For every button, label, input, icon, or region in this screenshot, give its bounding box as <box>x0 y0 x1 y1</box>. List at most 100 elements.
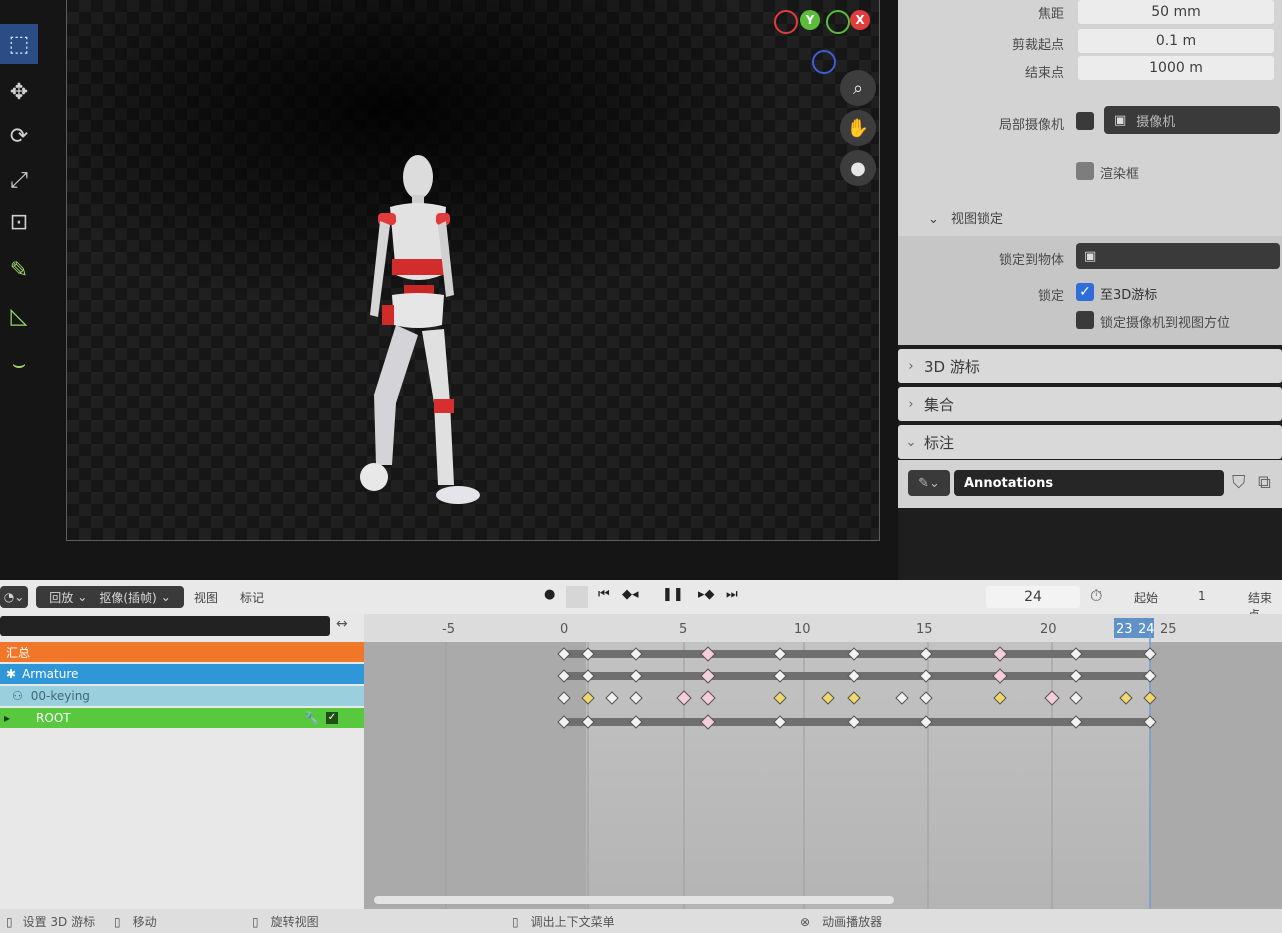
timeline-header: ◔⌄ 回放 ⌄ 抠像(插帧) ⌄ 视图 标记 ● ⏮ ◆◂ ❚❚ ▸◆ ⏭ 24… <box>0 580 1282 622</box>
status-item: ▯ 调出上下文菜单 <box>512 913 615 930</box>
channel-armature[interactable]: ✱ Armature <box>0 664 364 684</box>
status-text: 调出上下文菜单 <box>530 915 615 929</box>
camera-icon[interactable]: ● <box>840 150 876 186</box>
duplicate-icon[interactable]: ⧉ <box>1258 472 1271 493</box>
section-3d-cursor[interactable]: › 3D 游标 <box>898 349 1282 383</box>
channel-root[interactable]: ▸ ROOT 🔧 ✓ <box>0 708 364 728</box>
chevron-down-icon: ⌄ <box>928 212 939 227</box>
editor-type-icon[interactable]: ◔⌄ <box>0 586 28 608</box>
ruler-label: 10 <box>794 622 811 637</box>
jump-start-icon[interactable]: ⏮ <box>598 587 610 602</box>
view-lock-title: 视图锁定 <box>951 212 1004 227</box>
navigation-gizmo[interactable]: Y X <box>770 4 880 74</box>
hand-icon[interactable]: ✋ <box>840 110 876 146</box>
object-icon: ▣ <box>1084 248 1097 264</box>
curve-icon[interactable]: ⌣ <box>0 344 38 384</box>
rotate-icon[interactable]: ⟳ <box>0 116 38 156</box>
local-camera-checkbox[interactable] <box>1076 112 1094 130</box>
x-axis[interactable]: X <box>850 10 870 30</box>
chevron-down-icon: ⌄ <box>905 434 917 450</box>
lock-to-object-field[interactable]: ▣ <box>1076 243 1280 269</box>
ruler-label: -5 <box>442 622 455 637</box>
ruler-label: 0 <box>560 622 568 637</box>
channel-name: Armature <box>22 667 79 681</box>
out-of-range-left <box>364 614 586 909</box>
annotation-name: Annotations <box>964 475 1054 491</box>
character-model[interactable] <box>330 145 510 515</box>
fake-user-icon[interactable]: ⛉ <box>1232 472 1246 493</box>
status-bar: ▯ 设置 3D 游标 ▯ 移动 ▯ 旋转视图 ▯ 调出上下文菜单 ⊗ 动画播放器 <box>0 909 1282 933</box>
annotate-icon: ✎⌄ <box>918 475 940 491</box>
pause-icon[interactable]: ❚❚ <box>662 587 684 602</box>
view-menu[interactable]: 视图 <box>194 589 218 606</box>
stopwatch-icon[interactable]: ⏱ <box>1090 586 1102 606</box>
channel-summary[interactable]: 汇总 <box>0 642 364 662</box>
annotations-row: ✎⌄ Annotations ⛉ ⧉ <box>898 460 1282 508</box>
start-label: 起始 <box>1134 591 1159 605</box>
lock-camera-label: 锁定摄像机到视图方位 <box>1100 316 1231 331</box>
status-text: 动画播放器 <box>822 915 883 929</box>
status-text: 旋转视图 <box>270 915 319 929</box>
camera-object-icon: ▣ <box>1114 112 1127 128</box>
scale-icon[interactable]: ⤢ <box>0 160 38 200</box>
chevron-down-icon: ⌄ <box>77 590 88 604</box>
channel-enable-checkbox[interactable]: ✓ <box>326 712 338 724</box>
channel-name: ROOT <box>36 711 71 725</box>
playback-menu[interactable]: 回放 <box>49 589 73 606</box>
marker-menu[interactable]: 标记 <box>240 589 264 606</box>
lock-3d-cursor-checkbox[interactable]: ✓ <box>1076 283 1094 301</box>
prev-keyframe-icon[interactable]: ◆◂ <box>622 587 639 602</box>
move-icon[interactable]: ✥ <box>0 72 38 112</box>
swap-icon[interactable]: ↔ <box>336 616 348 632</box>
neg-y-axis[interactable] <box>826 10 850 34</box>
armature-icon: ✱ <box>6 667 17 681</box>
lock-camera-checkbox[interactable] <box>1076 311 1094 329</box>
section-annotations[interactable]: ⌄ 标注 <box>898 425 1282 459</box>
record-icon[interactable]: ● <box>544 587 555 602</box>
lock-to-object-label: 锁定到物体 <box>998 253 1064 268</box>
start-frame-field[interactable]: 1 <box>1198 589 1206 603</box>
ruler-label: 23 <box>1116 622 1133 637</box>
render-region-checkbox[interactable] <box>1076 162 1094 180</box>
annotation-name-field[interactable]: Annotations <box>954 470 1224 496</box>
channel-search-input[interactable] <box>0 616 330 636</box>
current-frame-field[interactable]: 24 <box>986 586 1080 608</box>
channel-name: 00-keying <box>30 689 90 703</box>
select-box-icon[interactable]: ⬚ <box>0 24 38 64</box>
section-title: 3D 游标 <box>924 357 980 376</box>
dopesheet-area[interactable]: -5 0 5 10 15 20 23 24 25 <box>364 614 1282 909</box>
horizontal-scrollbar[interactable] <box>374 896 894 904</box>
next-keyframe-icon[interactable]: ▸◆ <box>698 587 715 602</box>
view-lock-subheader[interactable]: ⌄ 视图锁定 <box>928 208 1003 227</box>
wrench-icon[interactable]: 🔧 <box>304 711 319 725</box>
clip-end-label: 结束点 <box>1024 66 1064 81</box>
auto-key-options[interactable] <box>566 586 588 608</box>
local-camera-label: 局部摄像机 <box>998 118 1064 133</box>
chevron-down-icon: ⌄ <box>160 590 171 604</box>
clip-end-field[interactable]: 1000 m <box>1078 56 1274 80</box>
mouse-right-icon: ▯ <box>252 914 259 929</box>
neg-z-axis[interactable] <box>812 50 836 74</box>
measure-icon[interactable]: ◺ <box>0 296 38 336</box>
focal-field[interactable]: 50 mm <box>1078 0 1274 24</box>
tool-shelf: ⬚ ✥ ⟳ ⤢ ⊡ ✎ ◺ ⌣ <box>0 0 40 400</box>
status-item: ⊗ 动画播放器 <box>800 913 882 930</box>
keying-menu[interactable]: 抠像(插帧) <box>99 589 156 606</box>
jump-end-icon[interactable]: ⏭ <box>726 587 738 602</box>
playback-keying-menu[interactable]: 回放 ⌄ 抠像(插帧) ⌄ <box>36 586 184 608</box>
clip-start-field[interactable]: 0.1 m <box>1078 29 1274 53</box>
status-item: ▯ 设置 3D 游标 <box>6 913 95 930</box>
chevron-right-icon: › <box>908 396 914 412</box>
annotation-datablock-button[interactable]: ✎⌄ <box>908 470 950 496</box>
zoom-icon[interactable]: ⌕ <box>840 70 876 106</box>
chevron-right-icon: › <box>908 358 914 374</box>
channel-action[interactable]: ⚇ 00-keying <box>0 686 364 706</box>
y-axis[interactable]: Y <box>800 10 820 30</box>
expand-arrow-icon[interactable]: ▸ <box>4 711 10 725</box>
section-collections[interactable]: › 集合 <box>898 387 1282 421</box>
annotate-icon[interactable]: ✎ <box>0 250 38 290</box>
transform-icon[interactable]: ⊡ <box>0 202 38 242</box>
neg-x-axis[interactable] <box>774 10 798 34</box>
local-camera-field[interactable]: ▣ 摄像机 <box>1104 106 1280 134</box>
lock-label: 锁定 <box>1037 289 1064 304</box>
